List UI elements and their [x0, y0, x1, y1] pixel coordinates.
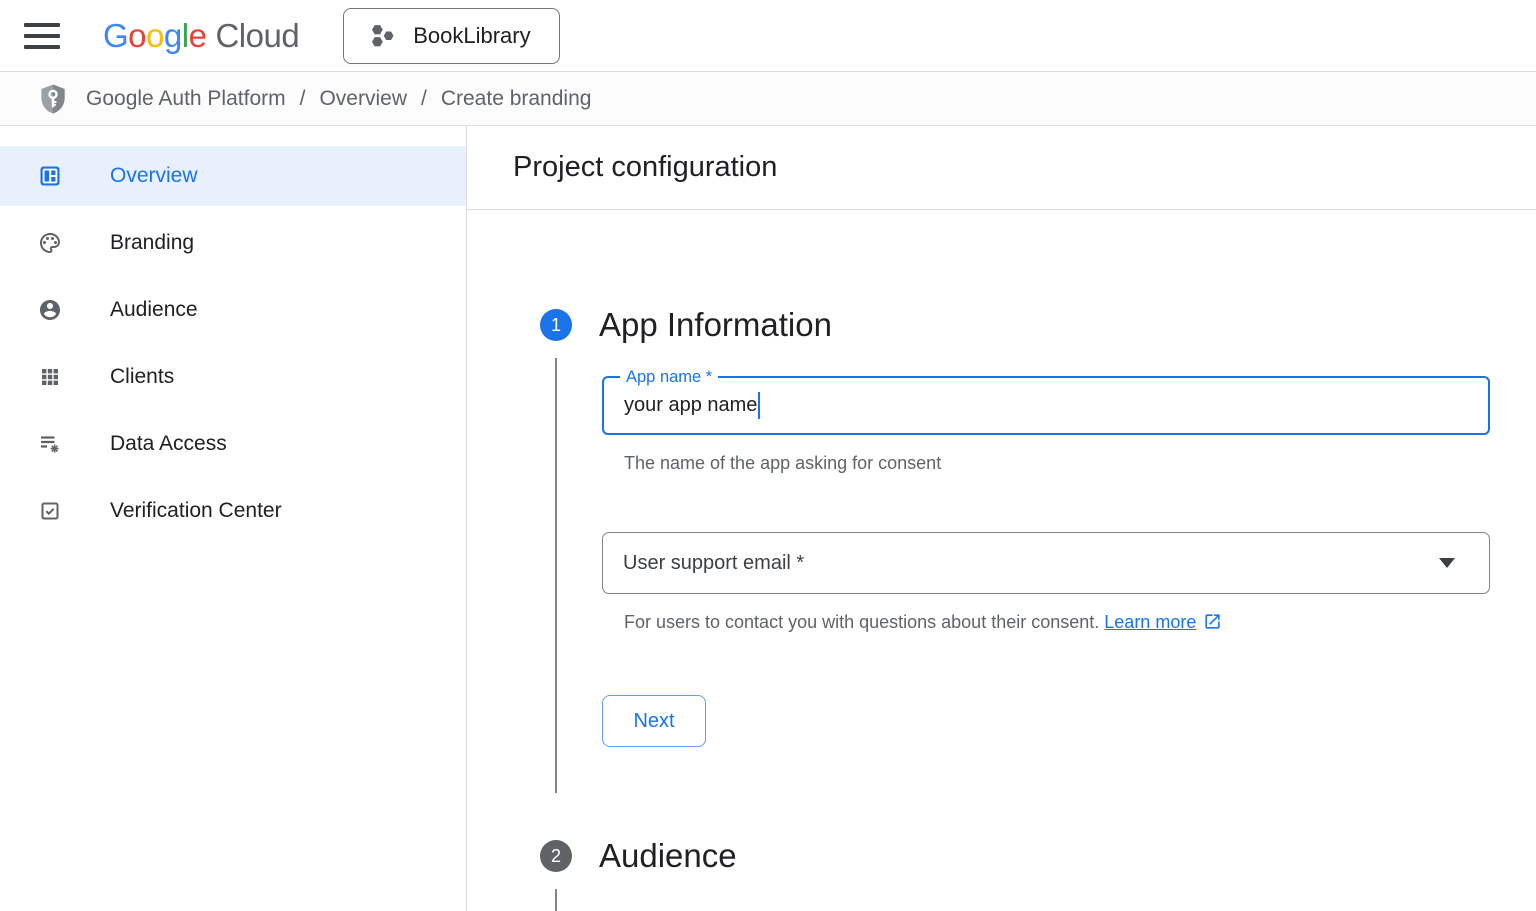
app-name-value: your app name: [624, 394, 757, 417]
menu-hamburger-icon[interactable]: [24, 23, 60, 49]
page-title: Project configuration: [513, 151, 777, 184]
project-name: BookLibrary: [413, 23, 530, 49]
project-selector-button[interactable]: BookLibrary: [343, 8, 559, 64]
app-name-input[interactable]: App name * your app name: [602, 376, 1490, 435]
sidebar-item-clients[interactable]: Clients: [0, 347, 466, 407]
next-button[interactable]: Next: [602, 695, 706, 747]
logo-cloud-text: Cloud: [215, 17, 299, 55]
sidebar-item-verification-center[interactable]: Verification Center: [0, 481, 466, 541]
step-title: App Information: [599, 306, 832, 344]
breadcrumb-item-create-branding: Create branding: [441, 87, 592, 111]
logo-letter: o: [128, 17, 146, 55]
google-cloud-logo: G o o g l e Cloud: [103, 17, 299, 55]
sidebar-item-audience[interactable]: Audience: [0, 280, 466, 340]
logo-letter: G: [103, 17, 128, 55]
page-header: Project configuration: [467, 126, 1536, 210]
logo-letter: o: [146, 17, 164, 55]
step-header: 1 App Information: [540, 305, 1536, 345]
sidebar-item-label: Verification Center: [110, 499, 282, 523]
logo-letter: g: [164, 17, 182, 55]
learn-more-link[interactable]: Learn more: [1104, 612, 1196, 632]
breadcrumb: Google Auth Platform / Overview / Create…: [0, 72, 1536, 126]
sidebar-item-label: Data Access: [110, 432, 227, 456]
sidebar-item-label: Overview: [110, 164, 198, 188]
checkbox-icon: [38, 499, 62, 523]
breadcrumb-separator: /: [421, 87, 427, 111]
sidebar-item-label: Audience: [110, 298, 198, 322]
sidebar-nav: Overview Branding Audience: [0, 126, 467, 911]
step-body: [555, 889, 1536, 911]
step-body: App name * your app name The name of the…: [555, 358, 1536, 793]
support-email-helper: For users to contact you with questions …: [624, 612, 1099, 632]
user-support-email-select[interactable]: User support email *: [602, 532, 1490, 594]
main-content: Project configuration 1 App Information …: [467, 126, 1536, 911]
step-audience: 2 Audience: [540, 836, 1536, 911]
step-number-badge: 2: [540, 840, 572, 872]
support-email-helper-text: For users to contact you with questions …: [624, 612, 1490, 633]
breadcrumb-item-overview[interactable]: Overview: [319, 87, 407, 111]
step-app-information: 1 App Information App name * your app na…: [540, 305, 1536, 793]
sidebar-item-label: Clients: [110, 365, 174, 389]
auth-platform-shield-key-icon: [36, 82, 70, 116]
app-name-helper-text: The name of the app asking for consent: [624, 453, 1490, 474]
step-title: Audience: [599, 837, 737, 875]
user-support-email-label: User support email *: [623, 552, 804, 575]
list-gear-icon: [38, 432, 62, 456]
sidebar-item-overview[interactable]: Overview: [0, 146, 466, 206]
step-header: 2 Audience: [540, 836, 1536, 876]
person-circle-icon: [38, 298, 62, 322]
app-name-label: App name *: [620, 367, 718, 387]
apps-grid-icon: [38, 365, 62, 389]
breadcrumb-separator: /: [300, 87, 306, 111]
top-app-bar: G o o g l e Cloud BookLibrary: [0, 0, 1536, 72]
sidebar-item-data-access[interactable]: Data Access: [0, 414, 466, 474]
project-hexagons-icon: [368, 21, 398, 51]
sidebar-item-branding[interactable]: Branding: [0, 213, 466, 273]
breadcrumb-item-auth-platform[interactable]: Google Auth Platform: [86, 87, 286, 111]
text-cursor: [758, 392, 760, 419]
palette-icon: [38, 231, 62, 255]
overview-dashboard-icon: [38, 164, 62, 188]
step-number-badge: 1: [540, 309, 572, 341]
sidebar-item-label: Branding: [110, 231, 194, 255]
open-in-new-icon: [1203, 612, 1222, 631]
logo-letter: l: [182, 17, 189, 55]
dropdown-arrow-icon: [1439, 558, 1455, 568]
logo-letter: e: [189, 17, 207, 55]
